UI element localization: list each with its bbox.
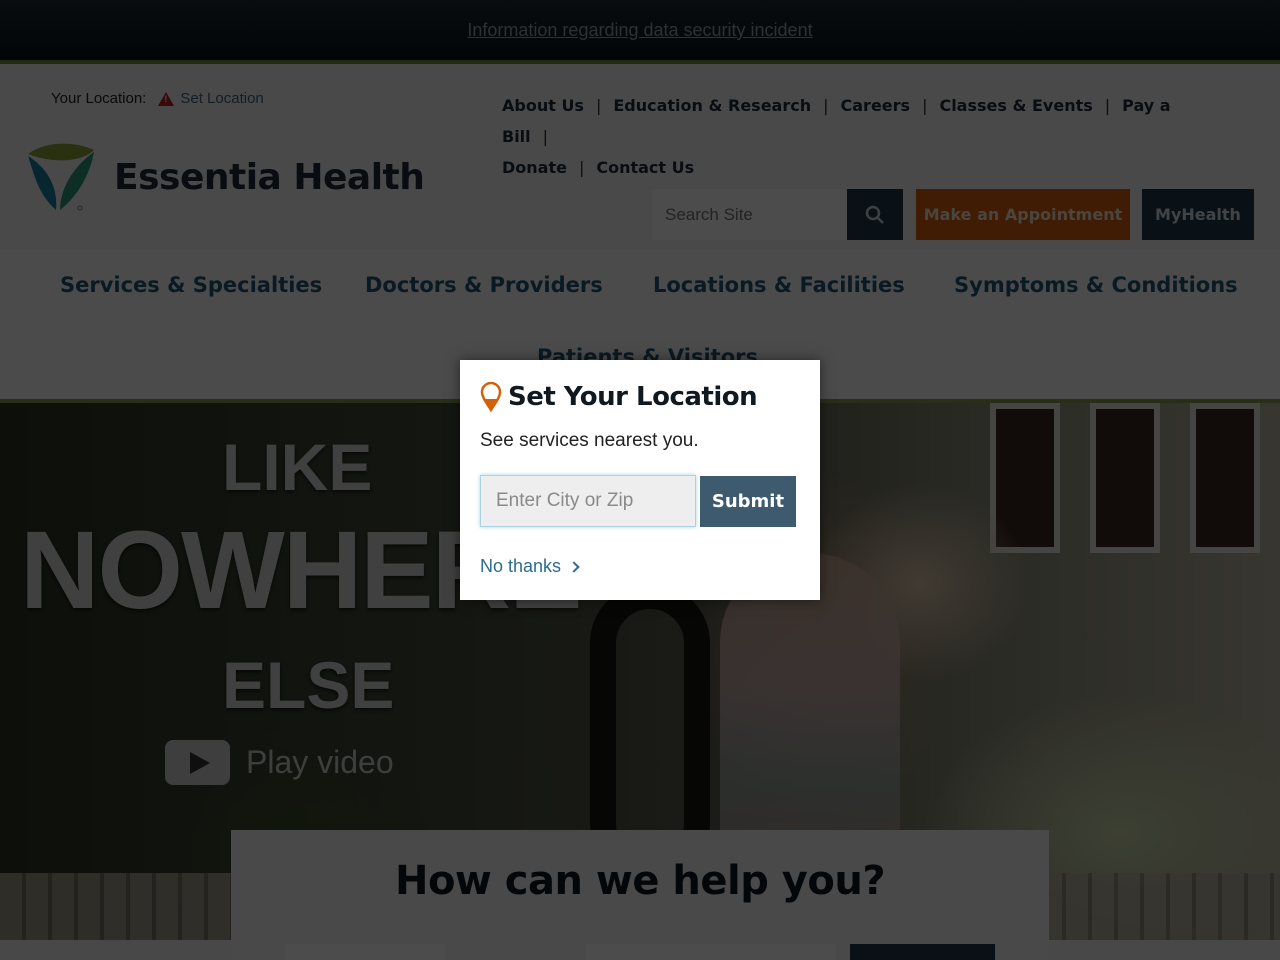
modal-subtitle: See services nearest you. (480, 430, 699, 451)
chevron-right-icon (568, 560, 580, 573)
submit-button[interactable]: Submit (700, 476, 796, 527)
no-thanks-label: No thanks (480, 556, 562, 576)
no-thanks-link[interactable]: No thanks (480, 556, 580, 577)
set-location-modal: Set Your Location See services nearest y… (460, 360, 820, 600)
modal-title-row: Set Your Location (480, 382, 758, 412)
city-zip-input[interactable] (480, 475, 696, 527)
map-pin-icon (480, 382, 502, 412)
modal-title: Set Your Location (508, 382, 758, 412)
